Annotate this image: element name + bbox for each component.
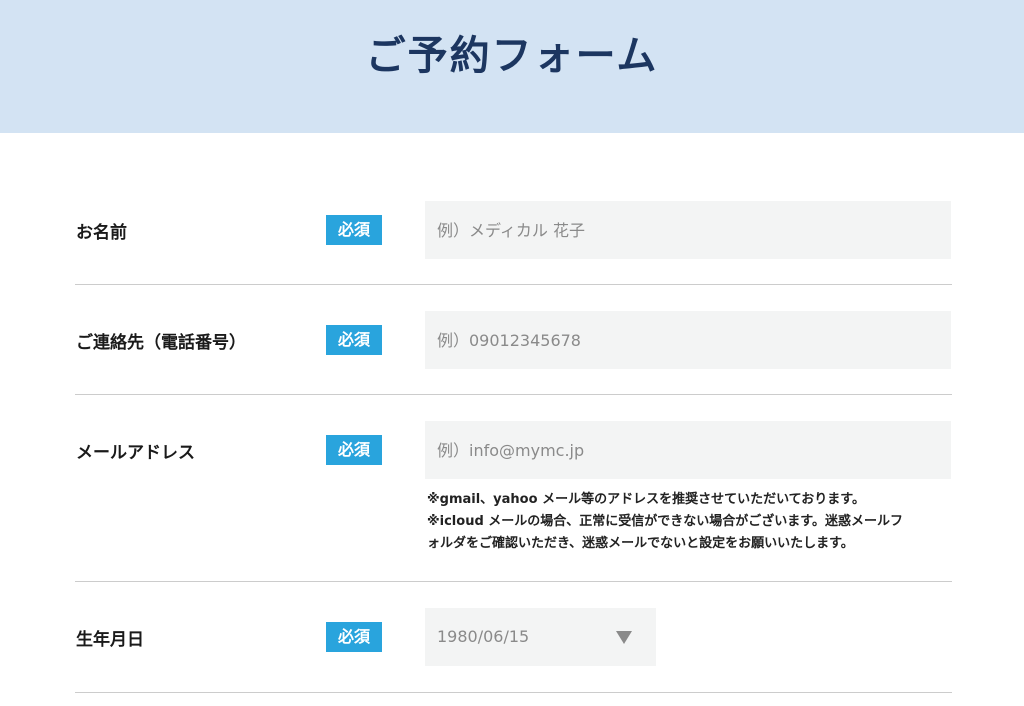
page-header: ご予約フォーム (0, 0, 1024, 133)
email-note-line: ォルダをご確認いただき、迷惑メールでないと設定をお願いいたします。 (427, 536, 854, 551)
birthdate-select[interactable]: 1980/06/15 (425, 608, 656, 666)
triangle-down-icon (616, 631, 632, 644)
email-label: メールアドレス (76, 443, 195, 463)
phone-input[interactable] (425, 311, 951, 369)
birthdate-label: 生年月日 (76, 630, 144, 650)
birthdate-value: 1980/06/15 (437, 627, 530, 646)
phone-required-badge: 必須 (326, 325, 382, 355)
birthdate-required-badge: 必須 (326, 622, 382, 652)
divider (75, 394, 952, 395)
divider (75, 284, 952, 285)
phone-label: ご連絡先（電話番号） (76, 333, 246, 353)
divider (75, 692, 952, 693)
divider (75, 581, 952, 582)
name-input[interactable] (425, 201, 951, 259)
email-note-line: ※gmail、yahoo メール等のアドレスを推奨させていただいております。 (427, 492, 865, 507)
name-label: お名前 (76, 223, 127, 243)
email-note: ※gmail、yahoo メール等のアドレスを推奨させていただいております。 ※… (427, 489, 957, 555)
name-required-badge: 必須 (326, 215, 382, 245)
email-input[interactable] (425, 421, 951, 479)
page-title: ご予約フォーム (365, 32, 659, 79)
email-required-badge: 必須 (326, 435, 382, 465)
email-note-line: ※icloud メールの場合、正常に受信ができない場合がございます。迷惑メールフ (427, 514, 903, 529)
